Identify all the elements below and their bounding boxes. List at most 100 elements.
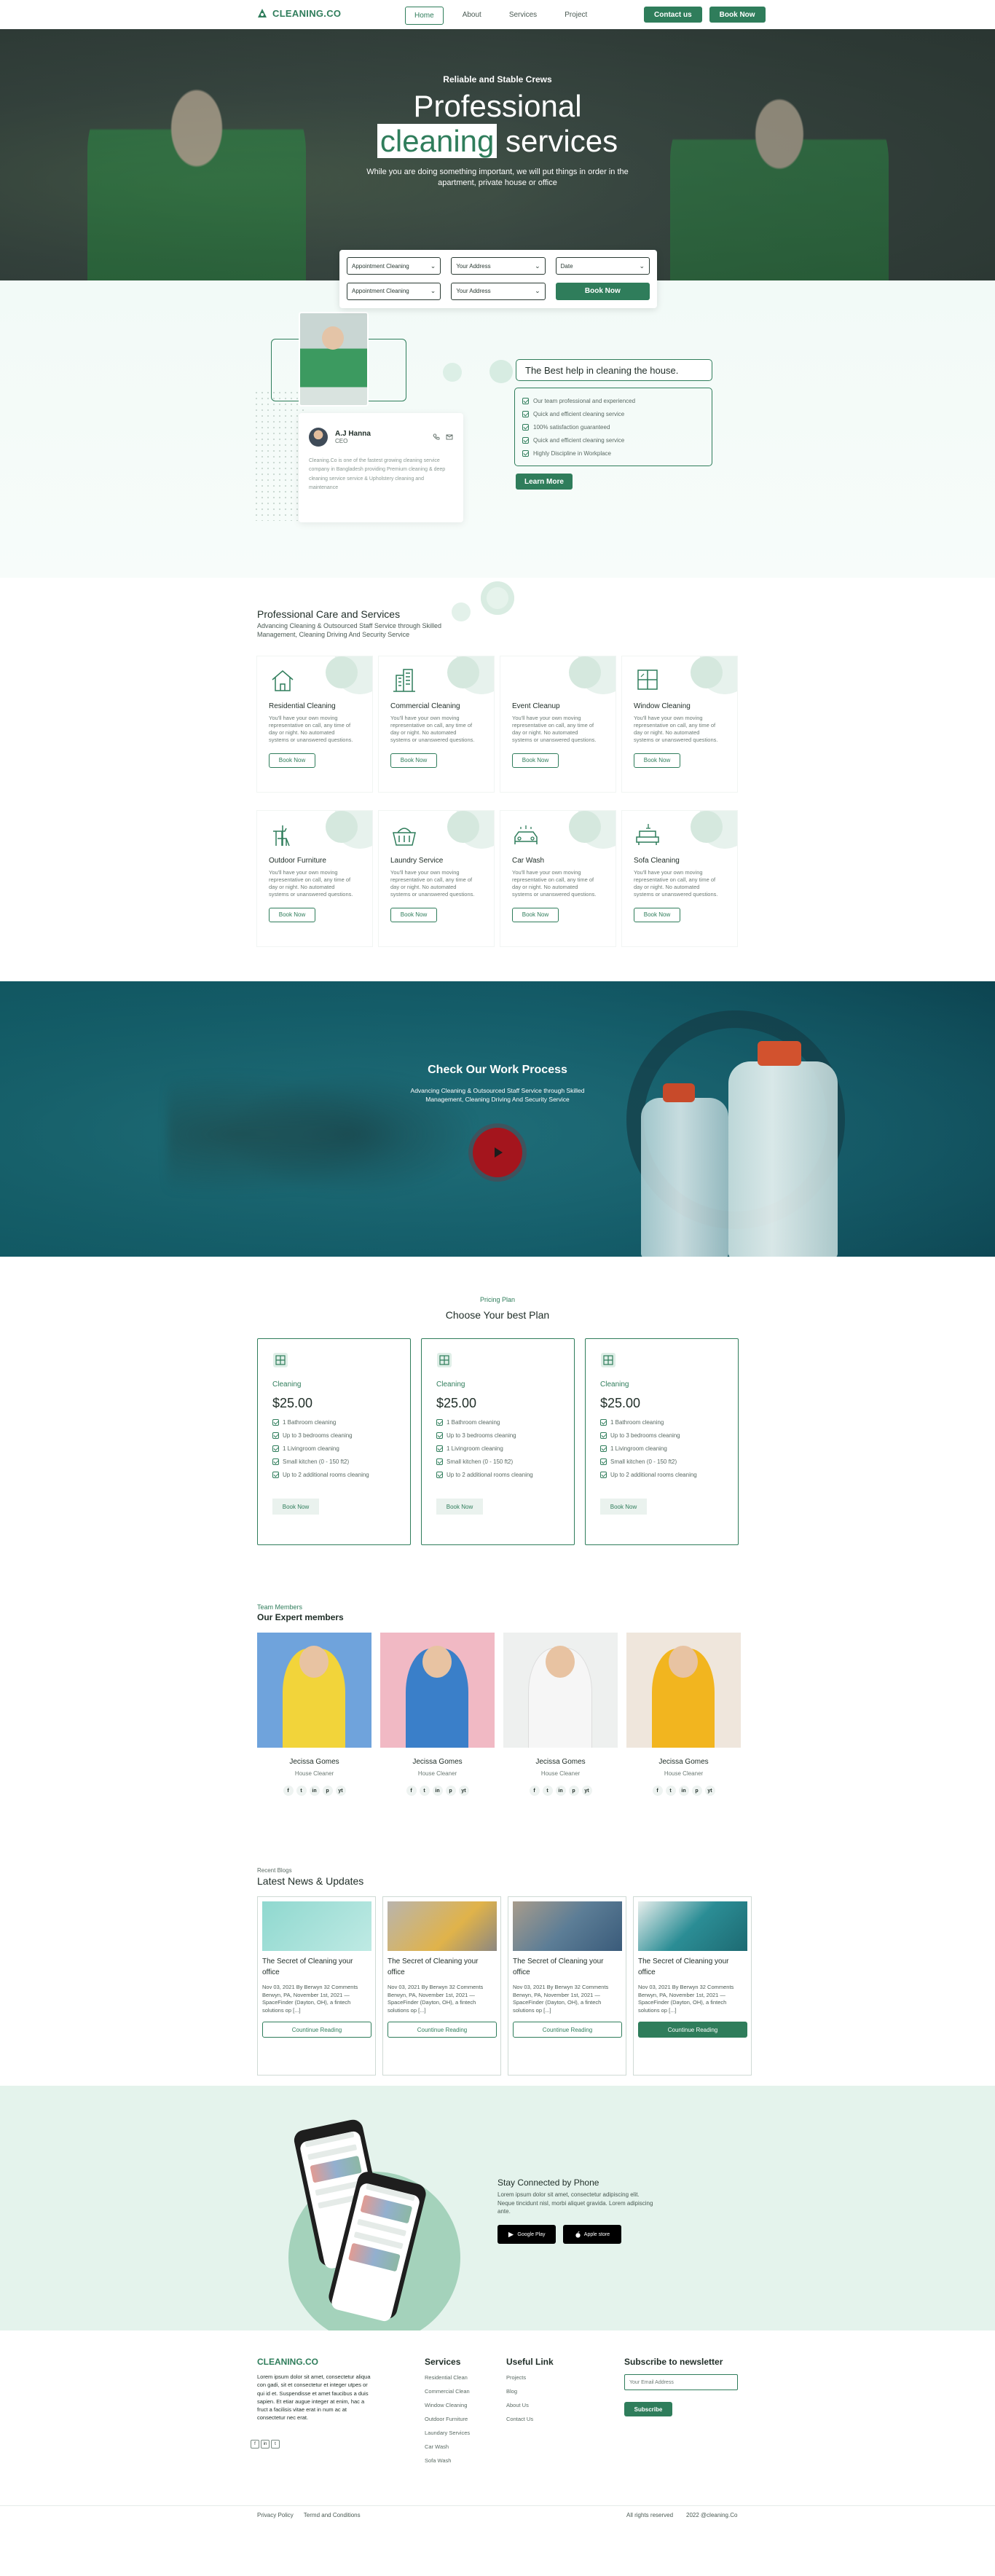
plan-book-button[interactable]: Book Now [600, 1499, 647, 1515]
nav-about[interactable]: About [454, 7, 490, 25]
post-title[interactable]: The Secret of Cleaning your office [638, 1957, 747, 1978]
pinterest-icon[interactable]: p [568, 1786, 579, 1796]
ceo-bio: Cleaning.Co is one of the fastest growin… [309, 458, 446, 490]
apple-store-button[interactable]: Apple store [563, 2225, 621, 2244]
logo[interactable]: CLEANING.CO [256, 7, 341, 19]
date-select[interactable]: Date ⌄ [555, 257, 650, 275]
linkedin-icon[interactable]: in [555, 1786, 566, 1796]
service-select[interactable]: Appointment Cleaning ⌄ [347, 257, 441, 275]
nav-project[interactable]: Project [556, 7, 596, 25]
nav-services[interactable]: Services [500, 7, 546, 25]
footer-link[interactable]: Window Cleaning [425, 2402, 470, 2416]
service-desc: You'll have your own moving representati… [390, 869, 475, 898]
continue-reading-button[interactable]: Countinue Reading [262, 2022, 371, 2038]
facebook-icon[interactable]: f [251, 2440, 259, 2449]
brand-name: CLEANING.CO [272, 7, 342, 19]
footer-link[interactable]: Outdoor Furniture [425, 2416, 470, 2430]
plan-features: 1 Bathroom cleaning Up to 3 bedrooms cle… [600, 1415, 723, 1481]
post-thumbnail[interactable] [262, 1901, 371, 1951]
footer-link[interactable]: Projects [506, 2374, 554, 2388]
nav-home[interactable]: Home [405, 7, 444, 25]
plan-book-button[interactable]: Book Now [436, 1499, 483, 1515]
phone-icon[interactable] [433, 433, 440, 441]
continue-reading-button[interactable]: Countinue Reading [513, 2022, 622, 2038]
plan-name: Cleaning [436, 1381, 465, 1389]
service-card-car-wash: Car Wash You'll have your own moving rep… [500, 811, 616, 946]
youtube-icon[interactable]: yt [335, 1786, 346, 1796]
blog-eyebrow: Recent Blogs [257, 1867, 292, 1874]
subscribe-button[interactable]: Subscribe [624, 2402, 672, 2416]
twitter-icon[interactable]: t [296, 1786, 307, 1796]
service-book-button[interactable]: Book Now [269, 907, 315, 922]
blog-section: Recent Blogs Latest News & Updates The S… [0, 1867, 995, 2086]
pinterest-icon[interactable]: p [445, 1786, 456, 1796]
mail-icon[interactable] [446, 433, 453, 441]
twitter-icon[interactable]: t [419, 1786, 430, 1796]
post-thumbnail[interactable] [513, 1901, 622, 1951]
linkedin-icon[interactable]: in [432, 1786, 443, 1796]
service-select-2[interactable]: Appointment Cleaning ⌄ [347, 282, 441, 300]
service-book-button[interactable]: Book Now [634, 753, 680, 768]
booking-book-now-button[interactable]: Book Now [555, 282, 650, 300]
footer-link[interactable]: Sofa Wash [425, 2457, 470, 2471]
laundry-basket-icon [393, 828, 416, 846]
list-item: Quick and efficient cleaning service [522, 407, 704, 420]
youtube-icon[interactable]: yt [581, 1786, 592, 1796]
post-thumbnail[interactable] [638, 1901, 747, 1951]
contact-us-button[interactable]: Contact us [644, 7, 702, 23]
post-thumbnail[interactable] [388, 1901, 497, 1951]
google-play-button[interactable]: Google Play [498, 2225, 556, 2244]
footer-link[interactable]: Residential Clean [425, 2374, 470, 2388]
footer-link[interactable]: Laundary Services [425, 2430, 470, 2443]
twitter-icon[interactable]: t [271, 2440, 280, 2449]
footer-link[interactable]: Commercial Clean [425, 2388, 470, 2402]
continue-reading-button[interactable]: Countinue Reading [638, 2022, 747, 2038]
twitter-icon[interactable]: t [542, 1786, 553, 1796]
check-icon [600, 1418, 607, 1426]
footer-link[interactable]: Car Wash [425, 2443, 470, 2457]
pinterest-icon[interactable]: p [691, 1786, 702, 1796]
facebook-icon[interactable]: f [529, 1786, 540, 1796]
site-footer: CLEANING.CO Lorem ipsum dolor sit amet, … [0, 2330, 995, 2505]
newsletter-email-input[interactable]: Your Email Address [624, 2374, 738, 2390]
service-card-commercial: Commercial Cleaning You'll have your own… [379, 656, 494, 792]
footer-logo[interactable]: CLEANING.CO [257, 2357, 318, 2367]
blog-title: Latest News & Updates [257, 1875, 364, 1887]
address-select[interactable]: Your Address ⌄ [451, 257, 546, 275]
footer-link[interactable]: Contact Us [506, 2416, 554, 2430]
facebook-icon[interactable]: f [406, 1786, 417, 1796]
address-select-2[interactable]: Your Address ⌄ [451, 282, 546, 300]
hero-title: Professional cleaning services [0, 89, 995, 160]
privacy-policy-link[interactable]: Privacy Policy [257, 2512, 294, 2518]
footer-link[interactable]: About Us [506, 2402, 554, 2416]
continue-reading-button[interactable]: Countinue Reading [388, 2022, 497, 2038]
service-book-button[interactable]: Book Now [512, 753, 559, 768]
service-desc: You'll have your own moving representati… [634, 715, 718, 744]
play-button[interactable] [473, 1128, 522, 1177]
footer-useful-title: Useful Link [506, 2357, 554, 2367]
twitter-icon[interactable]: t [665, 1786, 676, 1796]
linkedin-icon[interactable]: in [261, 2440, 270, 2449]
learn-more-button[interactable]: Learn More [516, 474, 573, 490]
plan-book-button[interactable]: Book Now [272, 1499, 319, 1515]
linkedin-icon[interactable]: in [309, 1786, 320, 1796]
youtube-icon[interactable]: yt [704, 1786, 715, 1796]
post-title[interactable]: The Secret of Cleaning your office [513, 1957, 621, 1978]
linkedin-icon[interactable]: in [678, 1786, 689, 1796]
service-book-button[interactable]: Book Now [634, 907, 680, 922]
service-book-button[interactable]: Book Now [390, 753, 437, 768]
service-book-button[interactable]: Book Now [269, 753, 315, 768]
header-book-now-button[interactable]: Book Now [709, 7, 766, 23]
terms-link[interactable]: Termd and Conditions [304, 2512, 361, 2518]
pricing-card: Cleaning $25.00 1 Bathroom cleaning Up t… [585, 1338, 739, 1545]
footer-link[interactable]: Blog [506, 2388, 554, 2402]
service-book-button[interactable]: Book Now [390, 907, 437, 922]
post-title[interactable]: The Secret of Cleaning your office [262, 1957, 371, 1978]
youtube-icon[interactable]: yt [458, 1786, 469, 1796]
blog-posts: The Secret of Cleaning your office Nov 0… [257, 1896, 752, 2076]
service-book-button[interactable]: Book Now [512, 907, 559, 922]
facebook-icon[interactable]: f [283, 1786, 294, 1796]
facebook-icon[interactable]: f [652, 1786, 663, 1796]
pinterest-icon[interactable]: p [322, 1786, 333, 1796]
post-title[interactable]: The Secret of Cleaning your office [388, 1957, 496, 1978]
